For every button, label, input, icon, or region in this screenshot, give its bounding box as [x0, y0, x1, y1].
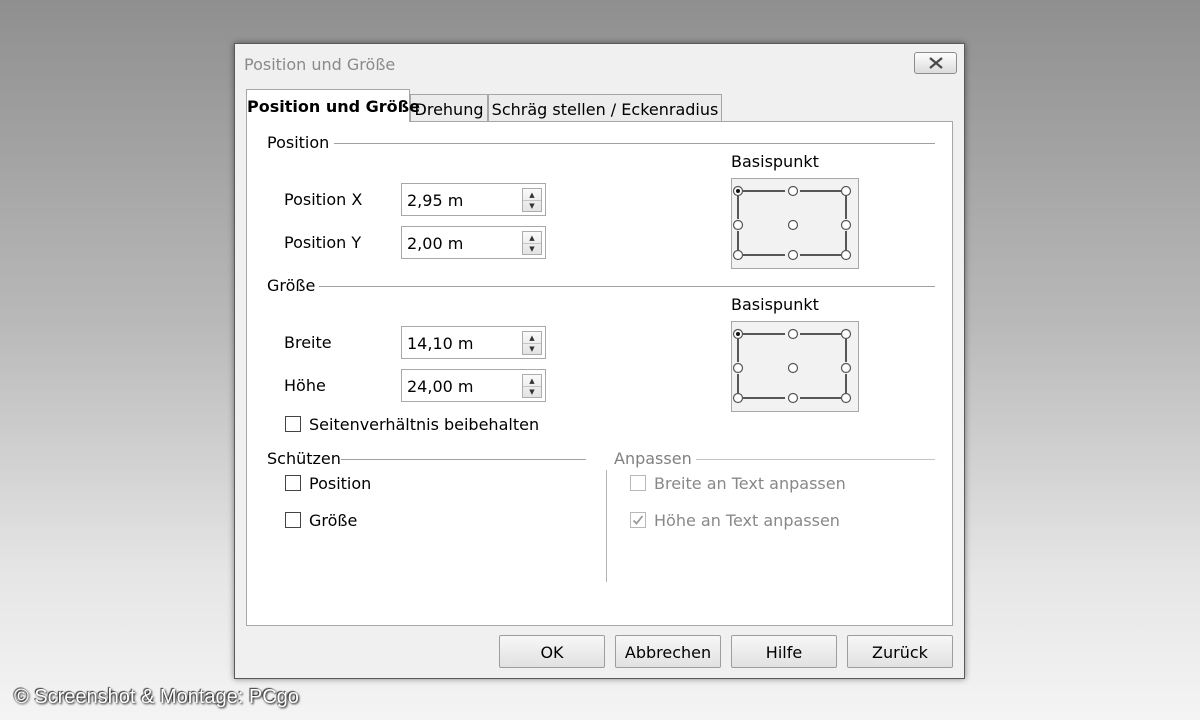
height-spin-buttons[interactable]: ▲ ▼: [522, 374, 542, 398]
fit-height-label: Höhe an Text anpassen: [654, 511, 840, 530]
adapt-heading: Anpassen: [614, 449, 692, 468]
help-button[interactable]: Hilfe: [731, 635, 837, 668]
position-heading: Position: [267, 133, 330, 152]
position-x-value: 2,95 m: [407, 191, 464, 210]
basepoint-grid-icon: [732, 328, 852, 404]
tab-panel: Position Position X 2,95 m ▲ ▼ Position …: [246, 121, 953, 626]
width-spin-buttons[interactable]: ▲ ▼: [522, 331, 542, 355]
adapt-separator: [696, 459, 935, 460]
ok-button[interactable]: OK: [499, 635, 605, 668]
width-spinfield[interactable]: 14,10 m ▲ ▼: [401, 326, 546, 359]
height-value: 24,00 m: [407, 377, 474, 396]
size-basepoint-selector[interactable]: [731, 321, 859, 412]
reset-button[interactable]: Zurück: [847, 635, 953, 668]
position-y-value: 2,00 m: [407, 234, 464, 253]
position-x-spinfield[interactable]: 2,95 m ▲ ▼: [401, 183, 546, 216]
position-basepoint-selector[interactable]: [731, 178, 859, 269]
checkmark-icon: [632, 515, 644, 525]
tab-slant-corner-radius[interactable]: Schräg stellen / Eckenradius: [488, 94, 722, 122]
position-size-dialog: Position und Größe Position und Größe Dr…: [234, 43, 965, 679]
spin-down-icon[interactable]: ▼: [523, 243, 541, 254]
close-icon: [929, 57, 943, 69]
protect-heading: Schützen: [267, 449, 341, 468]
size-separator: [319, 286, 935, 287]
height-label: Höhe: [284, 376, 326, 395]
width-value: 14,10 m: [407, 334, 474, 353]
height-spinfield[interactable]: 24,00 m ▲ ▼: [401, 369, 546, 402]
title-bar: Position und Größe: [235, 44, 964, 84]
size-basepoint-label: Basispunkt: [731, 295, 819, 314]
protect-size-label: Größe: [309, 511, 358, 530]
protect-size-checkbox[interactable]: [285, 512, 301, 528]
size-heading: Größe: [267, 276, 316, 295]
copyright-credit: © Screenshot & Montage: PCgo: [14, 686, 299, 708]
keep-ratio-checkbox[interactable]: [285, 416, 301, 432]
tab-position-size[interactable]: Position und Größe: [246, 89, 420, 122]
protect-position-label: Position: [309, 474, 372, 493]
position-basepoint-label: Basispunkt: [731, 152, 819, 171]
close-button[interactable]: [914, 52, 957, 74]
position-y-spin-buttons[interactable]: ▲ ▼: [522, 231, 542, 255]
fit-height-checkbox[interactable]: [630, 512, 646, 528]
position-x-label: Position X: [284, 190, 362, 209]
basepoint-grid-icon: [732, 185, 852, 261]
width-label: Breite: [284, 333, 332, 352]
adapt-vertical-separator: [606, 470, 607, 582]
fit-width-label: Breite an Text anpassen: [654, 474, 846, 493]
protect-position-checkbox[interactable]: [285, 475, 301, 491]
fit-width-checkbox[interactable]: [630, 475, 646, 491]
position-y-spinfield[interactable]: 2,00 m ▲ ▼: [401, 226, 546, 259]
dialog-title: Position und Größe: [244, 55, 396, 74]
position-x-label-text: Position X: [284, 190, 363, 209]
keep-ratio-label: Seitenverhältnis beibehalten: [309, 415, 540, 434]
cancel-button[interactable]: Abbrechen: [615, 635, 721, 668]
position-separator: [334, 143, 935, 144]
spin-down-icon[interactable]: ▼: [523, 343, 541, 354]
spin-down-icon[interactable]: ▼: [523, 386, 541, 397]
tab-rotation[interactable]: Drehung: [410, 94, 488, 122]
position-y-label: Position Y: [284, 233, 362, 252]
protect-separator: [341, 459, 586, 460]
position-x-spin-buttons[interactable]: ▲ ▼: [522, 188, 542, 212]
spin-down-icon[interactable]: ▼: [523, 200, 541, 211]
